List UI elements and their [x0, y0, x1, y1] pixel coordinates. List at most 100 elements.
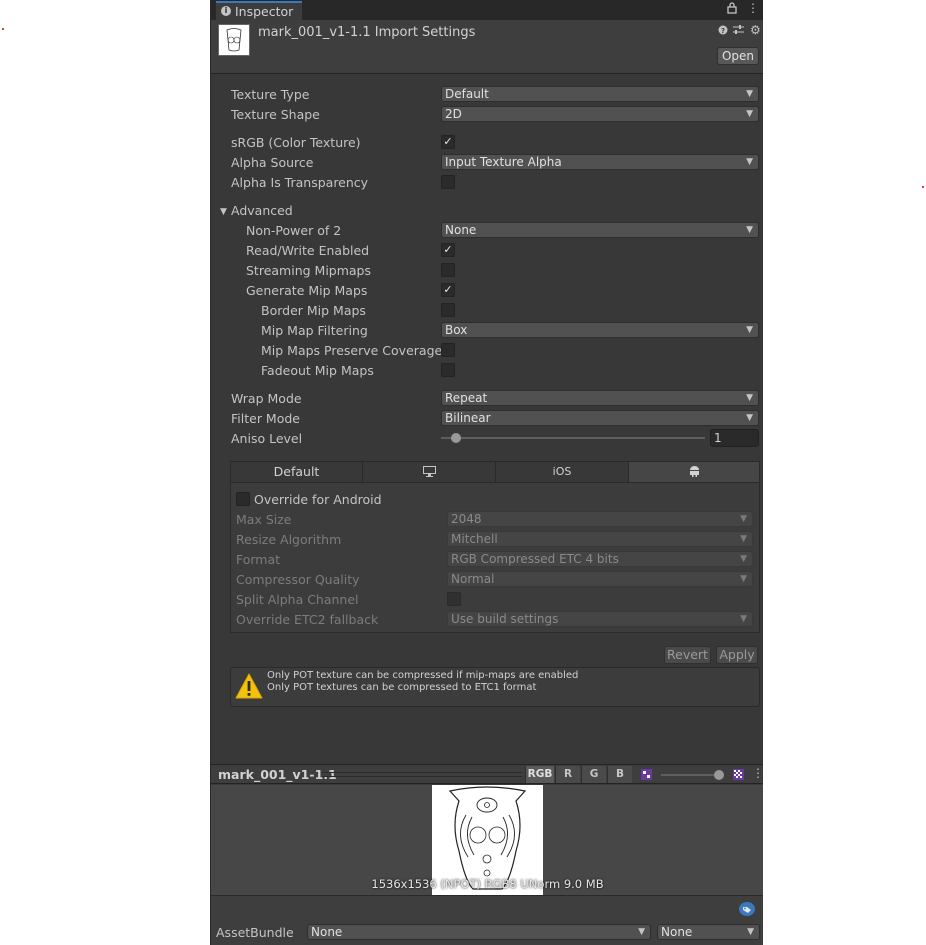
filter-mode-label: Filter Mode [231, 411, 300, 426]
foldout-arrow-icon[interactable]: ▼ [220, 207, 227, 217]
wrap-mode-dropdown[interactable]: Repeat ▼ [441, 390, 759, 406]
mipmap-filtering-dropdown[interactable]: Box ▼ [441, 322, 759, 338]
dropdown-arrow-icon: ▼ [746, 109, 753, 119]
compressor-quality-value: Normal [451, 572, 495, 586]
mip-slider-thumb[interactable] [714, 770, 725, 780]
resize-algorithm-label: Resize Algorithm [236, 532, 342, 547]
aniso-slider-thumb[interactable] [451, 433, 461, 443]
inspector-panel: i Inspector ⋮ mark_001_v1-1.1 Import Set… [210, 0, 763, 945]
preserve-coverage-label: Mip Maps Preserve Coverage [261, 343, 443, 358]
more-options-icon[interactable]: ⋮ [747, 1, 759, 15]
npot-dropdown[interactable]: None ▼ [441, 222, 759, 238]
alpha-source-label: Alpha Source [231, 155, 314, 170]
tab-standalone[interactable] [363, 462, 496, 482]
alpha-source-value: Input Texture Alpha [445, 155, 562, 169]
max-size-dropdown[interactable]: 2048 ▼ [447, 511, 753, 527]
dropdown-arrow-icon: ▼ [740, 614, 747, 624]
etc2-fallback-label: Override ETC2 fallback [236, 612, 379, 627]
dropdown-arrow-icon: ▼ [740, 574, 747, 584]
streaming-mipmaps-label: Streaming Mipmaps [246, 263, 372, 278]
streaming-mipmaps-checkbox[interactable] [441, 263, 455, 277]
help-icon[interactable]: ? [718, 25, 728, 38]
max-size-value: 2048 [451, 512, 482, 526]
compressor-quality-dropdown[interactable]: Normal ▼ [447, 571, 753, 587]
dropdown-arrow-icon: ▼ [746, 325, 753, 335]
alpha-transparency-label: Alpha Is Transparency [231, 175, 369, 190]
read-write-checkbox[interactable]: ✓ [441, 243, 455, 257]
asset-bundle-variant-dropdown[interactable]: None ▼ [657, 924, 760, 940]
warning-line-2: Only POT textures can be compressed to E… [267, 682, 537, 693]
resize-algorithm-value: Mitchell [451, 532, 498, 546]
format-label: Format [236, 552, 281, 567]
tab-default[interactable]: Default [231, 462, 363, 482]
dropdown-arrow-icon: ▼ [638, 927, 645, 937]
override-android-checkbox[interactable] [236, 492, 250, 506]
channel-r-button[interactable]: R [555, 766, 580, 783]
inspector-tab-label: Inspector [235, 4, 294, 19]
window-tab-strip: i Inspector ⋮ [211, 0, 763, 20]
filter-mode-dropdown[interactable]: Bilinear ▼ [441, 410, 759, 426]
label-tag-icon[interactable] [739, 902, 755, 919]
apply-button[interactable]: Apply [716, 646, 758, 664]
wrap-mode-value: Repeat [445, 391, 488, 405]
etc2-fallback-dropdown[interactable]: Use build settings ▼ [447, 611, 753, 627]
alpha-source-dropdown[interactable]: Input Texture Alpha ▼ [441, 154, 759, 170]
mip-low-icon [641, 769, 652, 783]
override-android-label: Override for Android [254, 492, 382, 507]
mip-slider-track[interactable] [661, 774, 721, 776]
preserve-coverage-checkbox[interactable] [441, 343, 455, 357]
compressor-quality-label: Compressor Quality [236, 572, 360, 587]
texture-type-dropdown[interactable]: Default ▼ [441, 86, 759, 102]
texture-preview: 1536x1536 (NPOT) RGB8 UNorm 9.0 MB [211, 785, 763, 895]
tab-ios[interactable]: iOS [496, 462, 629, 482]
preview-toolbar: mark_001_v1-1.1 RGB R G B ⋮ [211, 764, 763, 784]
generate-mipmaps-label: Generate Mip Maps [246, 283, 368, 298]
gear-icon[interactable]: ⚙ [750, 23, 761, 37]
channel-rgb-button[interactable]: RGB [525, 766, 554, 783]
channel-b-button[interactable]: B [607, 766, 632, 783]
dropdown-arrow-icon: ▼ [746, 225, 753, 235]
border-mipmaps-checkbox[interactable] [441, 303, 455, 317]
alpha-transparency-checkbox[interactable] [441, 175, 455, 189]
texture-thumbnail [218, 24, 250, 56]
dropdown-arrow-icon: ▼ [746, 413, 753, 423]
srgb-checkbox[interactable]: ✓ [441, 135, 455, 149]
asset-bundle-name-value: None [311, 925, 343, 939]
dropdown-arrow-icon: ▼ [740, 514, 747, 524]
texture-shape-dropdown[interactable]: 2D ▼ [441, 106, 759, 122]
stray-mark [2, 28, 4, 30]
split-alpha-checkbox[interactable] [447, 592, 461, 606]
dropdown-arrow-icon: ▼ [746, 157, 753, 167]
generate-mipmaps-checkbox[interactable]: ✓ [441, 283, 455, 297]
fadeout-mipmaps-label: Fadeout Mip Maps [261, 363, 374, 378]
asset-bundle-name-dropdown[interactable]: None ▼ [307, 924, 651, 940]
stray-mark [922, 186, 924, 188]
split-alpha-label: Split Alpha Channel [236, 592, 359, 607]
fadeout-mipmaps-checkbox[interactable] [441, 363, 455, 377]
asset-bundle-bar: AssetBundle None ▼ None ▼ [211, 895, 763, 945]
channel-g-button[interactable]: G [581, 766, 606, 783]
format-dropdown[interactable]: RGB Compressed ETC 4 bits ▼ [447, 551, 753, 567]
advanced-foldout-label[interactable]: Advanced [231, 203, 293, 218]
resize-algorithm-dropdown[interactable]: Mitchell ▼ [447, 531, 753, 547]
tab-android[interactable] [629, 462, 759, 482]
header-title: mark_001_v1-1.1 Import Settings [258, 25, 476, 40]
dropdown-arrow-icon: ▼ [746, 89, 753, 99]
npot-label: Non-Power of 2 [246, 223, 342, 238]
aniso-level-field[interactable]: 1 [710, 429, 759, 447]
dropdown-arrow-icon: ▼ [746, 393, 753, 403]
dropdown-arrow-icon: ▼ [747, 927, 754, 937]
texture-type-value: Default [445, 87, 489, 101]
lock-icon[interactable] [727, 2, 737, 17]
aniso-slider-track[interactable] [441, 437, 705, 439]
border-mipmaps-label: Border Mip Maps [261, 303, 366, 318]
preview-menu-icon[interactable]: ⋮ [752, 766, 763, 780]
preview-drag-handle[interactable] [322, 772, 522, 777]
revert-button[interactable]: Revert [664, 646, 711, 664]
inspector-tab[interactable]: i Inspector [216, 1, 302, 20]
monitor-icon [422, 464, 436, 479]
open-button[interactable]: Open [717, 47, 759, 65]
max-size-label: Max Size [236, 512, 292, 527]
preset-icon[interactable] [733, 25, 744, 38]
warning-line-1: Only POT texture can be compressed if mi… [267, 670, 579, 681]
